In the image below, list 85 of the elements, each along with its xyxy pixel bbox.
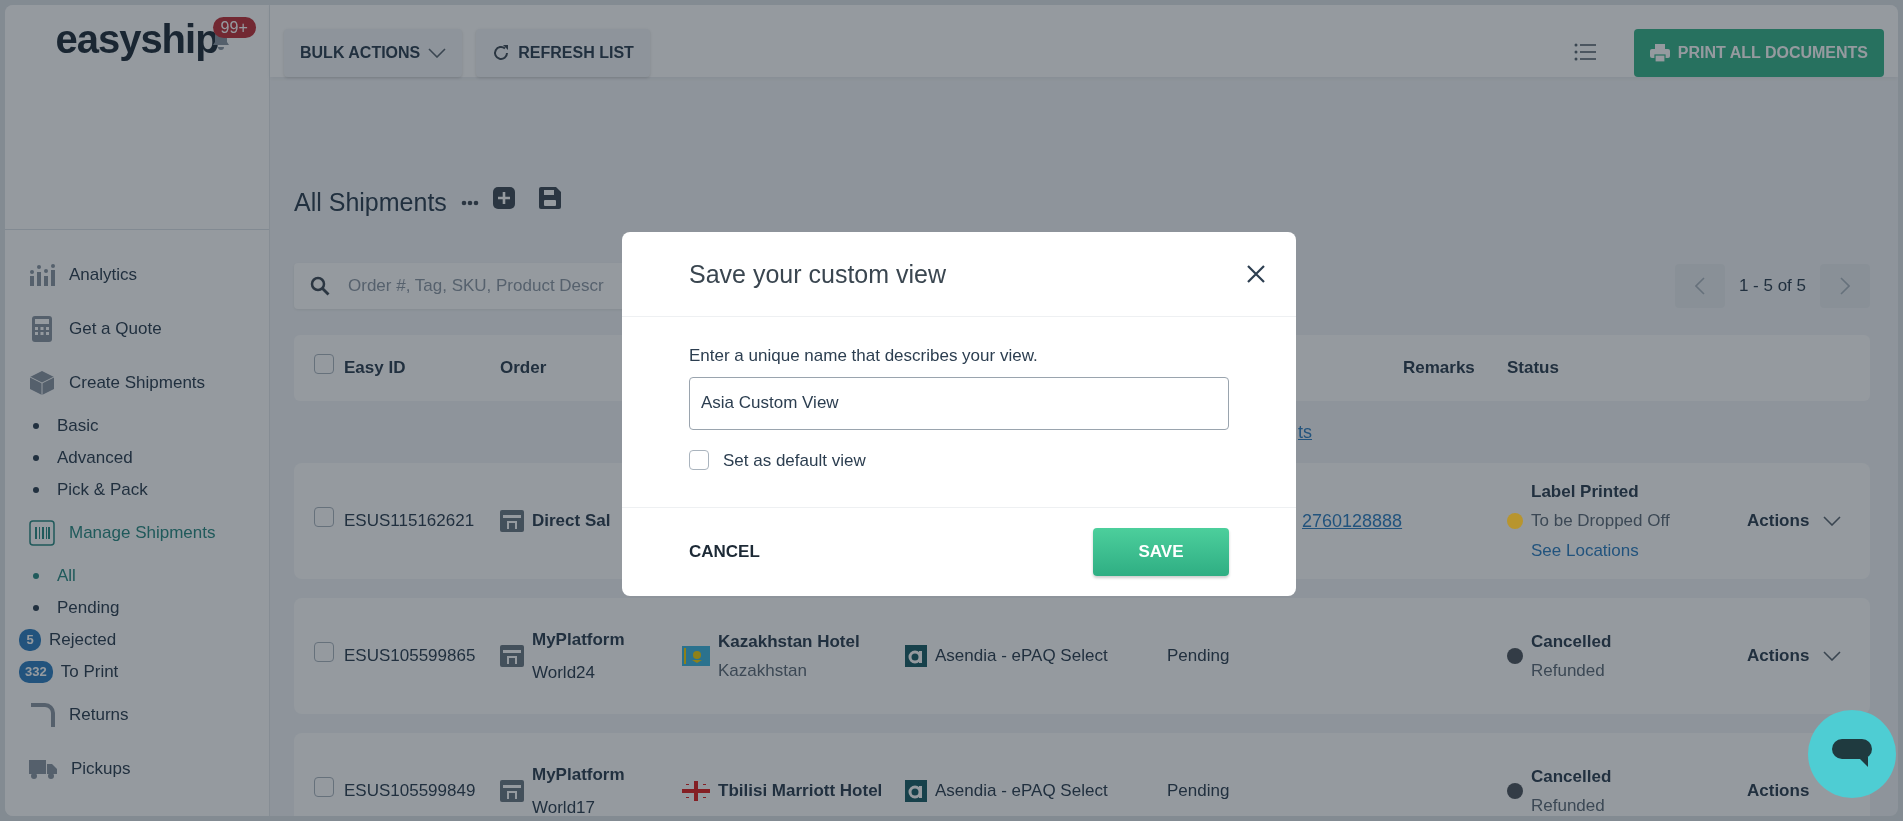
chevron-down-icon bbox=[428, 48, 447, 58]
row-checkbox[interactable] bbox=[314, 507, 334, 528]
row-checkbox[interactable] bbox=[314, 777, 334, 798]
select-all-checkbox[interactable] bbox=[314, 354, 334, 375]
notice-link[interactable]: ts bbox=[1298, 418, 1312, 446]
bar-chart-icon bbox=[29, 264, 55, 286]
store-name: World24 bbox=[532, 662, 596, 684]
status-title: Label Printed bbox=[1531, 480, 1640, 503]
sidebar-subitem[interactable]: 5 Rejected bbox=[5, 624, 269, 656]
receiver-country: Kazakhstan bbox=[718, 660, 808, 682]
easy-id: ESUS115162621 bbox=[344, 511, 475, 531]
store-icon bbox=[500, 645, 524, 667]
view-name-field[interactable]: Asia Custom View bbox=[689, 376, 1229, 430]
chevron-left-icon bbox=[1694, 277, 1705, 295]
status-title: Cancelled bbox=[1531, 630, 1612, 653]
refresh-list-button[interactable]: REFRESH LIST bbox=[476, 29, 650, 77]
courier-name: Asendia - ePAQ Select bbox=[935, 645, 1108, 668]
pagination-range: 1 - 5 of 5 bbox=[1738, 275, 1806, 298]
default-view-checkbox[interactable] bbox=[689, 450, 709, 471]
tracking-link[interactable]: 2760128888 bbox=[1302, 510, 1403, 531]
truck-icon bbox=[29, 758, 57, 780]
easy-id: ESUS105599865 bbox=[344, 646, 476, 666]
dialog-title: Save your custom view bbox=[689, 259, 947, 289]
store-icon bbox=[500, 510, 524, 532]
column-header: Status bbox=[1507, 357, 1559, 380]
chevron-right-icon bbox=[1840, 277, 1850, 295]
status-detail: To be Dropped Off bbox=[1531, 510, 1670, 533]
printer-icon bbox=[1649, 44, 1670, 62]
sidebar-item[interactable]: Analytics bbox=[5, 248, 269, 302]
column-header: Order bbox=[500, 357, 547, 380]
sidebar-item[interactable]: Get a Quote bbox=[5, 302, 269, 356]
sidebar-item[interactable]: Returns bbox=[5, 688, 269, 742]
status-detail: Refunded bbox=[1531, 795, 1606, 816]
count-badge: 5 bbox=[19, 629, 41, 651]
store-icon bbox=[500, 780, 524, 802]
more-icon[interactable] bbox=[460, 200, 479, 206]
easy-id: ESUS105599849 bbox=[344, 781, 476, 801]
chevron-down-icon bbox=[1823, 516, 1842, 526]
courier-logo-icon bbox=[905, 645, 927, 667]
column-header: Remarks bbox=[1403, 358, 1475, 378]
sidebar-subitem[interactable]: Advanced bbox=[5, 442, 269, 474]
row-checkbox[interactable] bbox=[314, 642, 334, 663]
shipment-state: Pending bbox=[1167, 646, 1230, 666]
search-icon bbox=[310, 276, 330, 296]
sidebar-subitem[interactable]: All bbox=[5, 560, 269, 592]
receiver-name: Kazakhstan Hotel bbox=[718, 630, 860, 653]
status-detail: Refunded bbox=[1531, 660, 1606, 682]
flag-icon bbox=[682, 646, 710, 666]
view-name-label: Enter a unique name that describes your view. bbox=[689, 345, 1039, 367]
order-name: MyPlatform bbox=[532, 628, 625, 651]
sidebar-subitem[interactable]: Pick & Pack bbox=[5, 474, 269, 506]
cancel-button[interactable]: CANCEL bbox=[689, 539, 760, 565]
store-name: World17 bbox=[532, 797, 596, 816]
chevron-down-icon bbox=[1823, 651, 1842, 661]
receiver-name: Tbilisi Marriott Hotel bbox=[718, 780, 883, 803]
order-name: MyPlatform bbox=[532, 763, 625, 786]
status-title: Cancelled bbox=[1531, 765, 1612, 788]
actions-menu[interactable]: Actions bbox=[1747, 508, 1810, 534]
save-icon[interactable] bbox=[538, 187, 561, 209]
flag-icon bbox=[682, 781, 710, 801]
count-badge: 332 bbox=[19, 661, 53, 683]
actions-menu[interactable]: Actions bbox=[1747, 778, 1810, 804]
see-locations-link[interactable]: See Locations bbox=[1531, 537, 1670, 564]
sidebar-subitem[interactable]: Basic bbox=[5, 410, 269, 442]
courier-logo-icon bbox=[905, 780, 927, 802]
default-view-label: Set as default view bbox=[723, 449, 866, 472]
order-name: Direct Sal bbox=[532, 510, 611, 533]
list-view-icon[interactable] bbox=[1573, 43, 1596, 61]
actions-menu[interactable]: Actions bbox=[1747, 643, 1810, 669]
barcode-icon bbox=[29, 520, 55, 546]
box-icon bbox=[29, 370, 55, 396]
sidebar-subitem[interactable]: 332 To Print bbox=[5, 656, 269, 688]
sidebar-item[interactable]: Pickups bbox=[5, 742, 269, 796]
view-title: All Shipments bbox=[294, 187, 447, 219]
refresh-icon bbox=[492, 44, 511, 62]
close-icon[interactable] bbox=[1246, 264, 1266, 284]
shipment-state: Pending bbox=[1167, 781, 1230, 801]
column-header: Easy ID bbox=[344, 358, 406, 378]
courier-name: Asendia - ePAQ Select bbox=[935, 780, 1108, 803]
sidebar-subitem[interactable]: Pending bbox=[5, 592, 269, 624]
sidebar-item[interactable]: Manage Shipments bbox=[5, 506, 269, 560]
calculator-icon bbox=[29, 316, 55, 342]
bulk-actions-button[interactable]: BULK ACTIONS bbox=[284, 29, 463, 77]
add-view-icon[interactable] bbox=[492, 187, 515, 209]
sidebar-item[interactable]: Create Shipments bbox=[5, 356, 269, 410]
